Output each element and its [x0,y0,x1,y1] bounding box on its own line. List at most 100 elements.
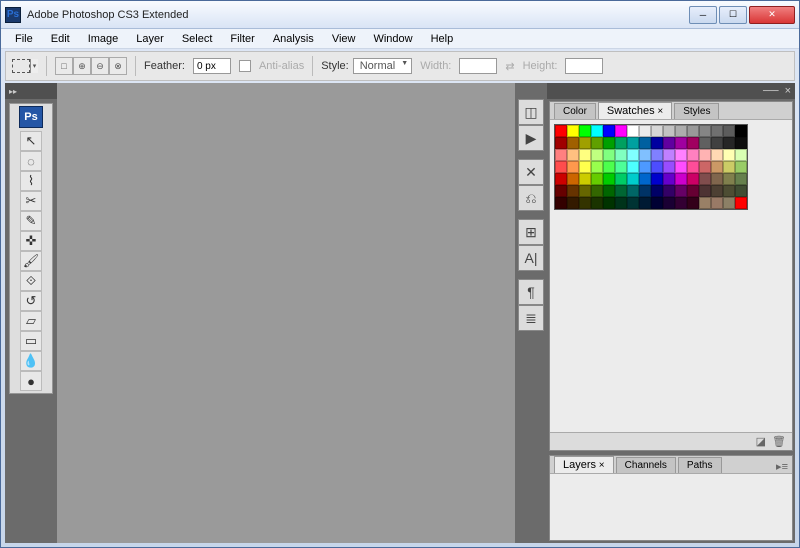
swatch[interactable] [651,161,663,173]
swatch[interactable] [723,197,735,209]
dodge-tool[interactable]: ● [20,371,42,391]
toolbox-header-icon[interactable]: Ps [19,106,43,128]
swatch[interactable] [555,125,567,137]
swatches-icon[interactable]: ⊞ [518,219,544,245]
selection-new-button[interactable]: □ [55,57,73,75]
swatch[interactable] [675,161,687,173]
color-icon[interactable]: ⎌ [518,185,544,211]
swatch[interactable] [687,173,699,185]
swatch[interactable] [675,149,687,161]
swatch[interactable] [567,125,579,137]
swatch[interactable] [567,197,579,209]
swatch[interactable] [711,125,723,137]
menu-analysis[interactable]: Analysis [265,31,322,47]
move-tool[interactable]: ↖ [20,131,42,151]
swatch[interactable] [735,161,747,173]
swatch[interactable] [687,125,699,137]
swatch[interactable] [663,161,675,173]
swatch[interactable] [651,149,663,161]
swatch[interactable] [675,197,687,209]
menu-layer[interactable]: Layer [128,31,172,47]
swatch[interactable] [579,137,591,149]
swatch[interactable] [687,137,699,149]
eraser-tool[interactable]: ▱ [20,311,42,331]
swatch[interactable] [627,197,639,209]
swatch[interactable] [651,185,663,197]
swatch[interactable] [555,137,567,149]
swatch[interactable] [615,125,627,137]
menu-edit[interactable]: Edit [43,31,78,47]
layer-comps-icon[interactable]: ≣ [518,305,544,331]
swatch[interactable] [615,137,627,149]
swatch[interactable] [711,197,723,209]
swatch[interactable] [603,137,615,149]
swatch[interactable] [723,173,735,185]
canvas-area[interactable] [57,83,515,543]
feather-input[interactable] [193,58,231,74]
tab-color[interactable]: Color [554,103,596,119]
swatch[interactable] [699,197,711,209]
swatch[interactable] [711,173,723,185]
swatch[interactable] [663,197,675,209]
marquee-icon[interactable] [12,59,30,73]
histogram-icon[interactable]: ▶ [518,125,544,151]
swatch[interactable] [567,149,579,161]
tab-styles[interactable]: Styles [674,103,719,119]
swatch[interactable] [687,185,699,197]
swatch[interactable] [603,185,615,197]
swatch[interactable] [687,161,699,173]
swatch[interactable] [663,185,675,197]
swatch[interactable] [675,185,687,197]
swatch[interactable] [591,137,603,149]
swatch[interactable] [735,125,747,137]
swatch[interactable] [567,173,579,185]
swatch[interactable] [687,197,699,209]
swatch[interactable] [579,161,591,173]
lasso-tool[interactable]: ⌇ [20,171,42,191]
swatch[interactable] [723,125,735,137]
swatch[interactable] [579,197,591,209]
swatch[interactable] [627,137,639,149]
swatch[interactable] [555,161,567,173]
info-icon[interactable]: ✕ [518,159,544,185]
swatch[interactable] [663,125,675,137]
marquee-tool[interactable]: ◌ [20,151,42,171]
swatch[interactable] [555,173,567,185]
selection-intersect-button[interactable]: ⊗ [109,57,127,75]
panel-collapse-icon[interactable]: ── [763,85,779,97]
maximize-button[interactable]: ☐ [719,6,747,24]
swatch[interactable] [723,149,735,161]
swatch[interactable] [699,137,711,149]
navigator-icon[interactable]: ◫ [518,99,544,125]
swatch[interactable] [615,173,627,185]
close-button[interactable]: ✕ [749,6,795,24]
swatch[interactable] [591,185,603,197]
swatch[interactable] [579,149,591,161]
swatch[interactable] [615,197,627,209]
swatch[interactable] [663,173,675,185]
swatch[interactable] [567,137,579,149]
swatch[interactable] [627,161,639,173]
history-brush-tool[interactable]: ↺ [20,291,42,311]
healing-brush-tool[interactable]: ✜ [20,231,42,251]
style-dropdown[interactable]: Normal [353,58,412,74]
new-swatch-icon[interactable]: ◪ [756,435,766,448]
selection-add-button[interactable]: ⊕ [73,57,91,75]
swatch[interactable] [615,185,627,197]
selection-subtract-button[interactable]: ⊖ [91,57,109,75]
swatch[interactable] [555,185,567,197]
swatch[interactable] [711,137,723,149]
blur-tool[interactable]: 💧 [20,351,42,371]
swatch[interactable] [675,173,687,185]
swatch[interactable] [675,125,687,137]
swatch[interactable] [651,173,663,185]
swatch[interactable] [735,137,747,149]
menu-image[interactable]: Image [80,31,127,47]
swatch[interactable] [579,173,591,185]
swatch[interactable] [579,125,591,137]
clone-stamp-tool[interactable]: ⟐ [20,271,42,291]
panel-close-icon[interactable]: × [785,85,791,97]
swatch[interactable] [591,125,603,137]
swatch[interactable] [651,137,663,149]
swatch[interactable] [591,173,603,185]
